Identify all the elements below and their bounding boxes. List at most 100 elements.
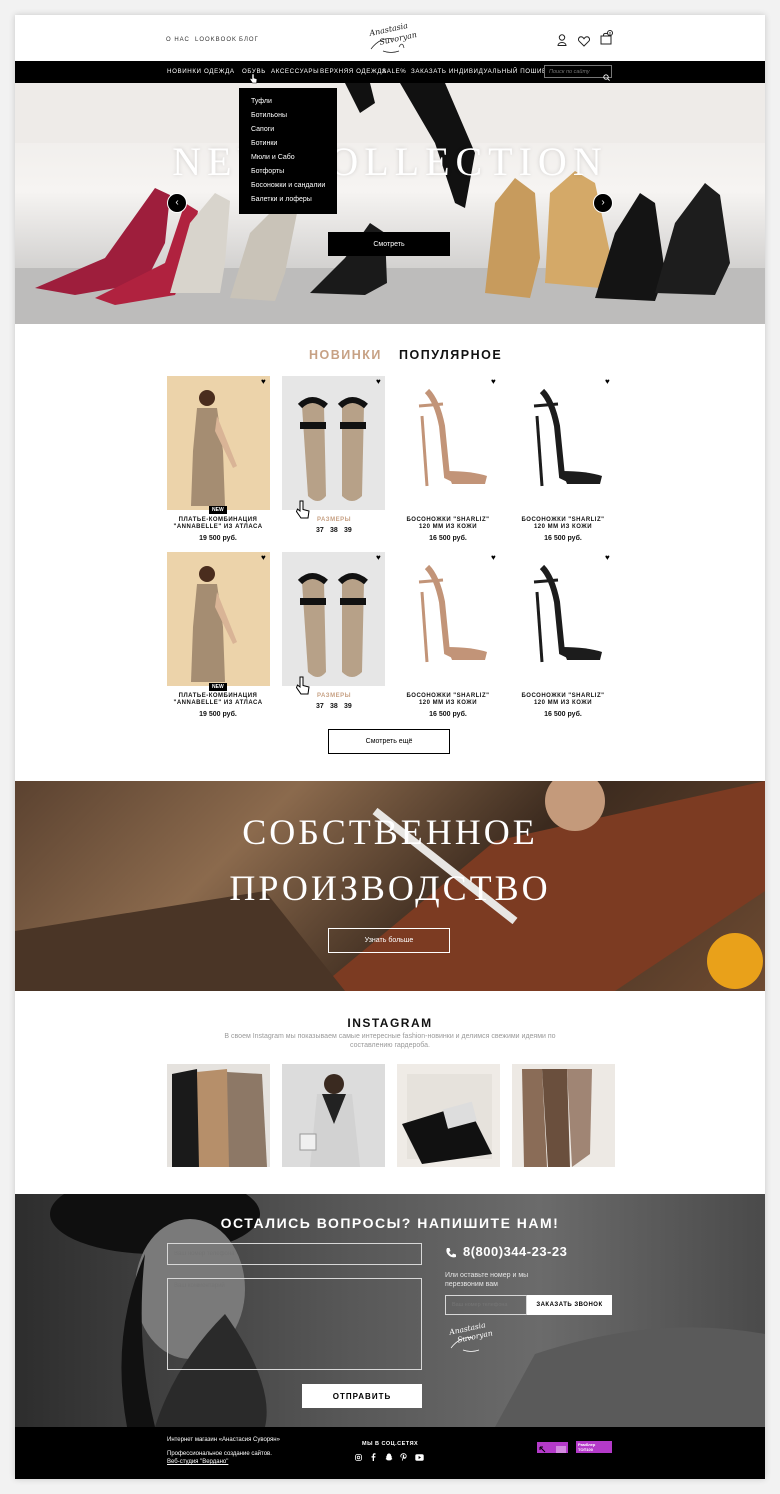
product-image-sharliz-beige[interactable] xyxy=(397,552,500,686)
product-image-dress[interactable] xyxy=(167,552,270,686)
footer: Интернет магазин «Анастасия Суворян» Про… xyxy=(15,1427,765,1479)
comment-textarea[interactable] xyxy=(167,1278,422,1370)
contact-section: ОСТАЛИСЬ ВОПРОСЫ? НАПИШИТЕ НАМ! ОТПРАВИТ… xyxy=(15,1194,765,1427)
product-name[interactable]: БОСОНОЖКИ "SHARLIZ" 120 ММ ИЗ КОЖИ xyxy=(506,693,620,707)
cart-icon[interactable]: 0 xyxy=(600,30,613,50)
size-option-39[interactable]: 39 xyxy=(344,703,352,710)
snapchat-icon[interactable] xyxy=(385,1453,393,1463)
nav-item-accessories[interactable]: АКСЕССУАРЫ xyxy=(271,68,319,75)
nav-item-outerwear[interactable]: ВЕРХНЯЯ ОДЕЖДА xyxy=(320,68,387,75)
product-favorite-icon[interactable]: ♥ xyxy=(605,377,610,386)
product-price: 16 500 руб. xyxy=(429,711,467,718)
phone-input[interactable] xyxy=(167,1243,422,1265)
nav-item-sale[interactable]: SALE% xyxy=(382,68,406,75)
callback-text: Или оставьте номер и мы перезвоним вам xyxy=(445,1272,529,1288)
product-image-sandals-top[interactable] xyxy=(282,552,385,686)
instagram-post[interactable] xyxy=(397,1064,500,1167)
callback-phone-input[interactable] xyxy=(445,1295,527,1315)
instagram-title: INSTAGRAM xyxy=(347,1016,433,1030)
nav-item-new[interactable]: НОВИНКИ xyxy=(167,68,202,75)
cart-count: 0 xyxy=(607,30,613,36)
product-price: 16 500 руб. xyxy=(429,535,467,542)
product-image-sharliz-black[interactable] xyxy=(512,552,615,686)
page: О НАС LOOKBOOK БЛОГ Anastasia Suvoryan 0… xyxy=(15,15,765,1479)
header-link-blog[interactable]: БЛОГ xyxy=(239,37,259,43)
product-name[interactable]: ПЛАТЬЕ-КОМБИНАЦИЯ "ANNABELLE" ИЗ АТЛАСА xyxy=(161,517,275,531)
new-badge: NEW xyxy=(209,506,227,514)
product-favorite-icon[interactable]: ♥ xyxy=(491,553,496,562)
instagram-description: В своем Instagram мы показываем самые ин… xyxy=(224,1033,556,1049)
show-more-button[interactable]: Смотреть ещё xyxy=(328,729,450,754)
heart-icon[interactable] xyxy=(578,34,590,52)
sizes-label: РАЗМЕРЫ xyxy=(317,517,351,523)
product-favorite-icon[interactable]: ♥ xyxy=(605,553,610,562)
product-price: 19 500 руб. xyxy=(199,711,237,718)
sizes-label: РАЗМЕРЫ xyxy=(317,693,351,699)
contact-logo: Anastasia Suvoryan xyxy=(443,1320,499,1354)
instagram-icon[interactable] xyxy=(355,1454,362,1463)
product-image-sharliz-black[interactable] xyxy=(512,376,615,510)
hero-shoes-image xyxy=(15,83,765,324)
user-icon[interactable] xyxy=(557,33,567,51)
dropdown-item-mules[interactable]: Мюли и Сабо xyxy=(251,154,295,161)
header-link-lookbook[interactable]: LOOKBOOK xyxy=(195,37,237,43)
send-button[interactable]: ОТПРАВИТЬ xyxy=(302,1384,422,1408)
product-name[interactable]: БОСОНОЖКИ "SHARLIZ" 120 ММ ИЗ КОЖИ xyxy=(391,517,505,531)
hand-cursor-icon xyxy=(295,500,311,525)
contact-phone-number[interactable]: 8(800)344-23-23 xyxy=(463,1244,567,1259)
footer-social-title: МЫ В СОЦ.СЕТЯХ xyxy=(362,1441,419,1447)
product-favorite-icon[interactable]: ♥ xyxy=(376,553,381,562)
product-favorite-icon[interactable]: ♥ xyxy=(376,377,381,386)
dropdown-item-pumps[interactable]: Туфли xyxy=(251,98,272,105)
size-option-37[interactable]: 37 xyxy=(316,527,324,534)
product-image-sandals-top[interactable] xyxy=(282,376,385,510)
product-image-dress[interactable] xyxy=(167,376,270,510)
search-input[interactable] xyxy=(544,65,612,78)
pinterest-icon[interactable] xyxy=(400,1453,407,1463)
hero-next-button[interactable]: › xyxy=(593,193,613,213)
logo[interactable]: Anastasia Suvoryan xyxy=(363,21,419,55)
hero-view-button[interactable]: Смотреть xyxy=(328,232,450,256)
instagram-post[interactable] xyxy=(282,1064,385,1167)
product-name[interactable]: БОСОНОЖКИ "SHARLIZ" 120 ММ ИЗ КОЖИ xyxy=(506,517,620,531)
product-name[interactable]: БОСОНОЖКИ "SHARLIZ" 120 ММ ИЗ КОЖИ xyxy=(391,693,505,707)
dropdown-item-flats[interactable]: Балетки и лоферы xyxy=(251,196,312,203)
dropdown-item-sandals[interactable]: Босоножки и сандалии xyxy=(251,182,325,189)
learn-more-button[interactable]: Узнать больше xyxy=(328,928,450,953)
hero-banner: NEW COLLECTION ‹ › Смотреть xyxy=(15,83,765,324)
nav-item-clothes[interactable]: ОДЕЖДА xyxy=(204,68,235,75)
tab-new[interactable]: НОВИНКИ xyxy=(309,348,382,362)
instagram-post[interactable] xyxy=(167,1064,270,1167)
hand-cursor-icon xyxy=(295,676,311,701)
product-favorite-icon[interactable]: ♥ xyxy=(491,377,496,386)
product-name[interactable]: ПЛАТЬЕ-КОМБИНАЦИЯ "ANNABELLE" ИЗ АТЛАСА xyxy=(161,693,275,707)
product-favorite-icon[interactable]: ♥ xyxy=(261,377,266,386)
product-price: 16 500 руб. xyxy=(544,535,582,542)
footer-dev-link[interactable]: Веб-студия "Вердано" xyxy=(167,1459,228,1465)
header-link-about[interactable]: О НАС xyxy=(166,37,190,43)
hero-title: NEW COLLECTION xyxy=(172,139,608,184)
footer-dev-text: Профессиональное создание сайтов. xyxy=(167,1451,272,1457)
facebook-icon[interactable] xyxy=(371,1453,376,1463)
product-favorite-icon[interactable]: ♥ xyxy=(261,553,266,562)
youtube-icon[interactable] xyxy=(415,1454,424,1463)
rambler-top100-badge[interactable]: Рамблер ТОП100 xyxy=(576,1441,612,1453)
hero-prev-button[interactable]: ‹ xyxy=(167,193,187,213)
dropdown-item-ankle-boots[interactable]: Ботильоны xyxy=(251,112,287,119)
product-price: 16 500 руб. xyxy=(544,711,582,718)
size-option-38[interactable]: 38 xyxy=(330,527,338,534)
tab-popular[interactable]: ПОПУЛЯРНОЕ xyxy=(399,348,502,362)
size-option-37[interactable]: 37 xyxy=(316,703,324,710)
counter-badge-icon[interactable] xyxy=(537,1442,568,1453)
phone-icon xyxy=(445,1246,457,1264)
size-option-38[interactable]: 38 xyxy=(330,703,338,710)
dropdown-item-boots[interactable]: Сапоги xyxy=(251,126,274,133)
nav-item-custom-tailoring[interactable]: ЗАКАЗАТЬ ИНДИВИДУАЛЬНЫЙ ПОШИВ xyxy=(411,68,547,75)
size-option-39[interactable]: 39 xyxy=(344,527,352,534)
dropdown-item-booties[interactable]: Ботинки xyxy=(251,140,277,147)
instagram-post[interactable] xyxy=(512,1064,615,1167)
order-call-button[interactable]: ЗАКАЗАТЬ ЗВОНОК xyxy=(527,1295,612,1315)
dropdown-item-over-knee[interactable]: Ботфорты xyxy=(251,168,284,175)
shoes-dropdown-menu: Туфли Ботильоны Сапоги Ботинки Мюли и Са… xyxy=(239,88,337,214)
product-image-sharliz-beige[interactable] xyxy=(397,376,500,510)
